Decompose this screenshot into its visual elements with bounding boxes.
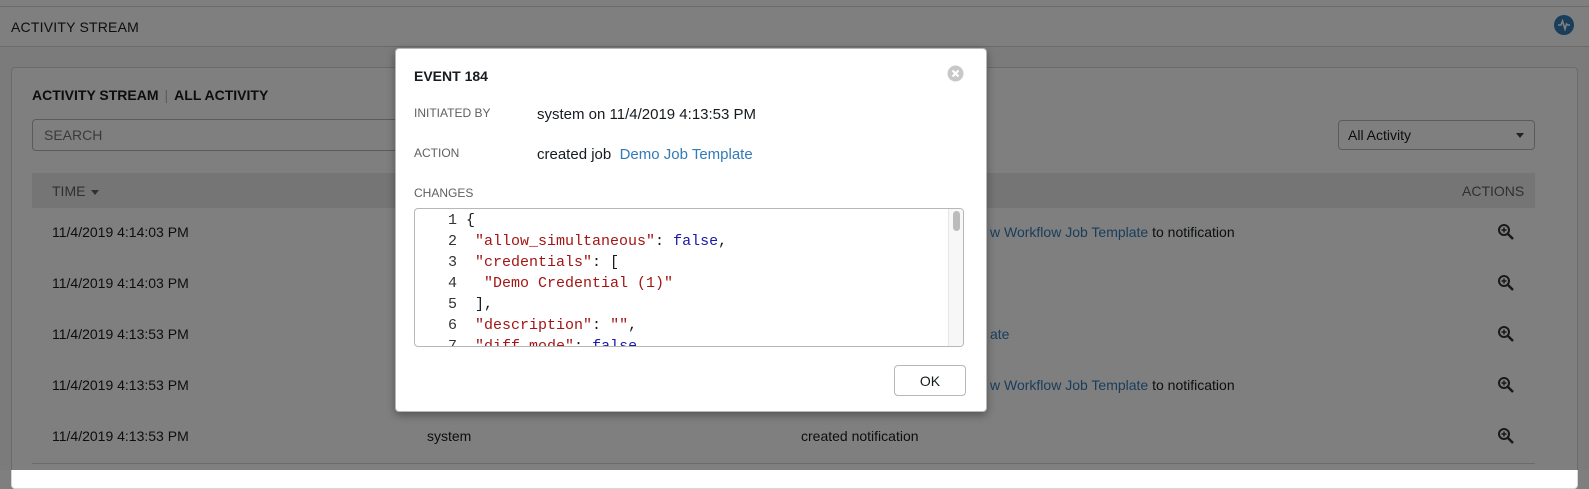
json-punct: : — [574, 338, 593, 347]
line-number: 4 — [447, 275, 457, 292]
code-text: "Demo Credential (1)" — [466, 275, 673, 292]
close-icon[interactable] — [947, 65, 964, 82]
line-number: 3 — [447, 254, 457, 271]
line-number: 6 — [447, 317, 457, 334]
json-punct: , — [637, 338, 647, 347]
action-text: created job — [537, 146, 612, 163]
code-text: { — [466, 212, 476, 229]
json-key: "credentials" — [475, 254, 593, 271]
json-value: false — [592, 338, 638, 347]
json-punct: , — [628, 317, 638, 334]
json-value: false — [673, 233, 719, 250]
json-punct: : [ — [592, 254, 620, 271]
code-text: "credentials": [ — [466, 254, 619, 271]
code-text: "diff_mode": false, — [466, 338, 647, 347]
json-punct: : — [592, 317, 611, 334]
json-value: "Demo Credential (1)" — [484, 275, 674, 292]
code-text: "allow_simultaneous": false, — [466, 233, 727, 250]
line-number: 2 — [447, 233, 457, 250]
job-template-link[interactable]: Demo Job Template — [620, 146, 753, 163]
json-key: "diff_mode" — [475, 338, 575, 347]
code-text: ], — [466, 296, 494, 313]
line-number: 7 — [447, 338, 457, 347]
json-key: "allow_simultaneous" — [475, 233, 656, 250]
modal-title: EVENT 184 — [414, 68, 488, 84]
line-number: 1 — [447, 212, 457, 229]
changes-label: CHANGES — [414, 186, 474, 200]
json-key: "description" — [475, 317, 593, 334]
ok-button[interactable]: OK — [894, 365, 966, 396]
json-value: "" — [610, 317, 629, 334]
changes-code-editor[interactable]: 1 { 2 "allow_simultaneous": false, 3 "cr… — [414, 208, 964, 347]
event-detail-modal: EVENT 184 INITIATED BY system on 11/4/20… — [395, 48, 987, 412]
line-number: 5 — [447, 296, 457, 313]
code-text: "description": "", — [466, 317, 637, 334]
scrollbar-thumb[interactable] — [953, 211, 960, 231]
initiated-by-label: INITIATED BY — [414, 106, 491, 120]
action-value: created job Demo Job Template — [537, 146, 753, 163]
action-label: ACTION — [414, 146, 460, 160]
initiated-by-value: system on 11/4/2019 4:13:53 PM — [537, 106, 757, 123]
editor-scrollbar[interactable] — [948, 209, 963, 346]
json-punct: , — [718, 233, 728, 250]
json-punct: : — [655, 233, 674, 250]
